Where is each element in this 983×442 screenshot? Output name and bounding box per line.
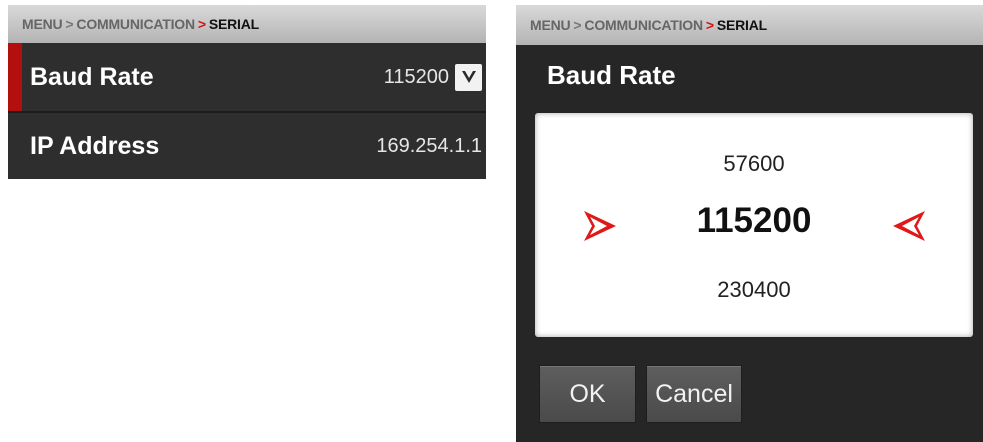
baud-rate-dialog: MENU > COMMUNICATION > SERIAL Baud Rate …: [516, 5, 983, 442]
breadcrumb-separator: >: [65, 16, 74, 32]
breadcrumb-separator: >: [573, 17, 582, 33]
breadcrumb: MENU > COMMUNICATION > SERIAL: [8, 5, 486, 43]
baud-rate-picker[interactable]: 57600 115200 230400: [535, 113, 973, 337]
cancel-button[interactable]: Cancel: [646, 365, 742, 423]
breadcrumb-communication[interactable]: COMMUNICATION: [584, 17, 703, 33]
breadcrumb-communication[interactable]: COMMUNICATION: [76, 16, 195, 32]
baud-rate-label: Baud Rate: [30, 62, 154, 91]
baud-rate-row[interactable]: Baud Rate 115200: [8, 43, 486, 111]
picker-option-next[interactable]: 230400: [535, 277, 973, 303]
baud-rate-value: 115200: [383, 65, 449, 88]
ip-address-label: IP Address: [30, 131, 160, 160]
chevron-down-icon[interactable]: [455, 63, 482, 91]
breadcrumb-menu[interactable]: MENU: [530, 17, 571, 33]
breadcrumb-arrow: >: [705, 17, 714, 33]
dialog-title: Baud Rate: [547, 60, 676, 90]
selection-indicator: [8, 43, 22, 111]
ip-address-row[interactable]: IP Address 169.254.1.1: [8, 113, 486, 179]
serial-settings-panel: MENU > COMMUNICATION > SERIAL Baud Rate …: [8, 5, 486, 179]
breadcrumb-menu[interactable]: MENU: [22, 16, 63, 32]
breadcrumb-serial: SERIAL: [208, 16, 259, 32]
breadcrumb-arrow: >: [197, 16, 206, 32]
breadcrumb: MENU > COMMUNICATION > SERIAL: [516, 5, 983, 45]
ok-button[interactable]: OK: [539, 365, 636, 423]
arrow-left-icon: [891, 208, 927, 244]
arrow-right-icon: [582, 208, 618, 244]
ip-address-value: 169.254.1.1: [376, 134, 482, 157]
picker-option-prev[interactable]: 57600: [535, 151, 973, 177]
breadcrumb-serial: SERIAL: [716, 17, 767, 33]
